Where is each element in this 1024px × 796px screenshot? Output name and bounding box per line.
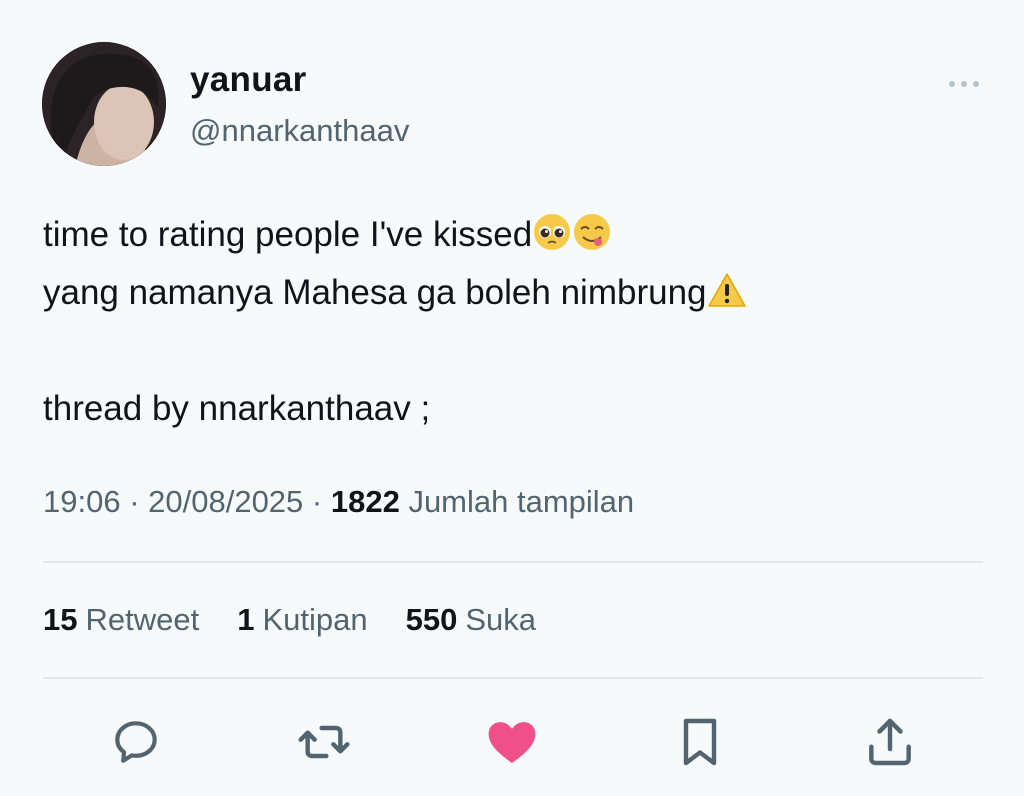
avatar-image xyxy=(42,42,166,166)
user-handle[interactable]: @nnarkanthaav xyxy=(190,113,409,149)
divider xyxy=(43,677,983,679)
avatar[interactable] xyxy=(42,42,166,166)
retweet-count: 15 xyxy=(43,602,78,637)
action-bar xyxy=(0,712,1024,772)
like-count: 550 xyxy=(405,602,458,637)
meta-separator: · xyxy=(120,484,149,519)
share-icon xyxy=(869,718,911,766)
quote-stat[interactable]: 1 Kutipan xyxy=(237,602,367,638)
tweet-stats: 15 Retweet 1 Kutipan 550 Suka xyxy=(43,602,536,638)
views-label: Jumlah tampilan xyxy=(399,484,635,519)
retweet-stat[interactable]: 15 Retweet xyxy=(43,602,199,638)
retweet-icon xyxy=(298,725,350,759)
bookmark-icon xyxy=(683,718,717,766)
more-icon[interactable] xyxy=(944,74,984,94)
views-count: 1822 xyxy=(330,484,400,519)
heart-icon xyxy=(488,722,536,763)
bookmark-button[interactable] xyxy=(668,712,732,772)
reply-button[interactable] xyxy=(104,712,168,772)
share-button[interactable] xyxy=(858,712,922,772)
warning-emoji-icon xyxy=(707,273,746,307)
reply-icon xyxy=(115,721,157,763)
tweet-line: time to rating people I've kissed xyxy=(43,215,533,254)
like-button[interactable] xyxy=(480,712,544,772)
tweet-time[interactable]: 19:06 xyxy=(43,484,121,519)
like-stat[interactable]: 550 Suka xyxy=(406,602,536,638)
divider xyxy=(43,561,983,563)
quote-label: Kutipan xyxy=(262,602,368,637)
tweet-line: yang namanya Mahesa ga boleh nimbrung xyxy=(43,273,707,312)
tweet-date[interactable]: 20/08/2025 xyxy=(148,484,303,519)
tweet-text: time to rating people I've kissed yang n… xyxy=(43,206,983,438)
display-name[interactable]: yanuar xyxy=(190,60,307,100)
yum-face-emoji-icon xyxy=(574,214,611,250)
tweet-line: thread by nnarkanthaav ; xyxy=(43,389,431,428)
retweet-label: Retweet xyxy=(85,602,200,637)
pleading-face-emoji-icon xyxy=(534,214,571,250)
tweet-meta: 19:06 · 20/08/2025 · 1822 Jumlah tampila… xyxy=(43,484,634,520)
retweet-button[interactable] xyxy=(292,712,356,772)
quote-count: 1 xyxy=(237,602,255,637)
like-label: Suka xyxy=(465,602,537,637)
meta-separator: · xyxy=(303,484,331,519)
